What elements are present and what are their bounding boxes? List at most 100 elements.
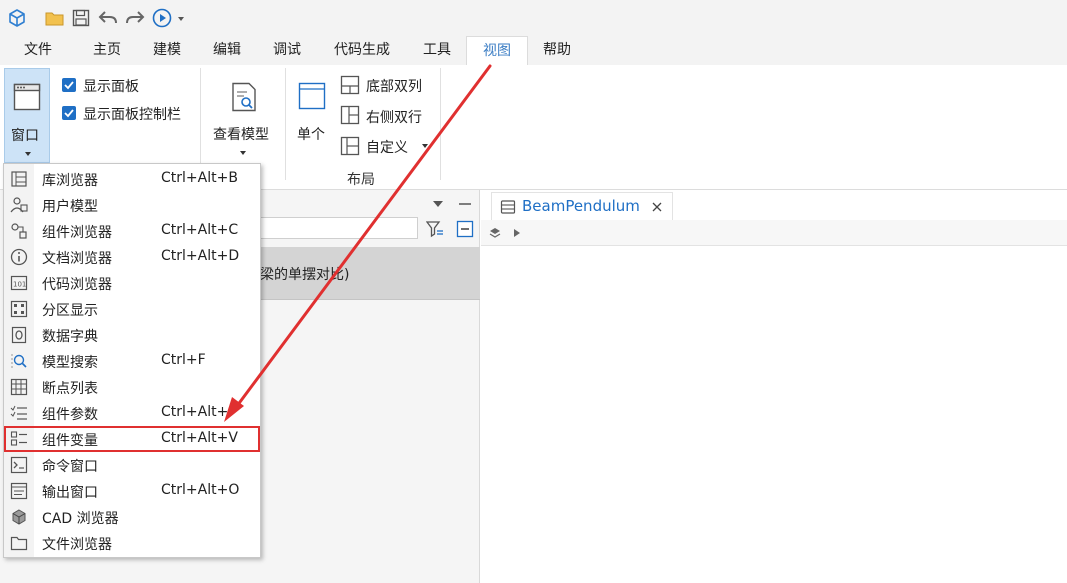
- window-button-label: 窗口: [11, 128, 39, 144]
- tab-home[interactable]: 主页: [82, 36, 132, 65]
- menu-item-code-browser[interactable]: 101 代码浏览器: [4, 270, 260, 296]
- bottom-two-cols-icon: [340, 75, 360, 95]
- menu-item-partition-view[interactable]: 分区显示: [4, 296, 260, 322]
- doc-tab-label: BeamPendulum: [522, 197, 640, 215]
- tab-debug[interactable]: 调试: [262, 36, 312, 65]
- menu-item-label: 分区显示: [42, 303, 98, 319]
- menu-tabs: 文件 主页 建模 编辑 调试 代码生成 工具 视图 帮助: [0, 36, 1067, 65]
- menu-item-file-browser[interactable]: 文件浏览器: [4, 530, 260, 556]
- menu-item-component-params[interactable]: 组件参数 Ctrl+Alt+P: [4, 400, 260, 426]
- menu-item-label: 代码浏览器: [42, 277, 112, 293]
- tree-item[interactable]: 梁的单摆对比): [260, 247, 480, 300]
- layout-group-caption: 布局: [347, 172, 375, 188]
- single-label: 单个: [297, 127, 325, 143]
- title-bar: [0, 0, 1067, 36]
- window-dropdown-menu: 库浏览器 Ctrl+Alt+B 用户模型 组件浏览器 Ctrl+Alt+C 文档…: [3, 163, 261, 558]
- chevron-down-icon: [240, 151, 246, 155]
- svg-text:101: 101: [13, 281, 26, 289]
- filter-icon[interactable]: [426, 220, 444, 238]
- doc-tab-beampendulum[interactable]: BeamPendulum: [491, 192, 673, 220]
- menu-item-data-dictionary[interactable]: 数据字典: [4, 322, 260, 348]
- menu-item-user-model[interactable]: 用户模型: [4, 192, 260, 218]
- menu-item-label: 文档浏览器: [42, 251, 112, 267]
- menu-item-component-vars[interactable]: 组件变量 Ctrl+Alt+V: [4, 426, 260, 452]
- show-panel-checkbox[interactable]: [62, 78, 76, 92]
- right-two-rows-icon: [340, 105, 360, 125]
- file-browser-icon: [10, 536, 28, 551]
- menu-item-label: 组件浏览器: [42, 225, 112, 241]
- editor-area: BeamPendulum: [481, 190, 1067, 583]
- menu-item-library-browser[interactable]: 库浏览器 Ctrl+Alt+B: [4, 166, 260, 192]
- command-window-icon: [10, 456, 28, 474]
- view-model-button[interactable]: 查看模型: [210, 68, 276, 163]
- redo-icon[interactable]: [124, 8, 146, 28]
- menu-item-shortcut: Ctrl+F: [161, 352, 206, 368]
- menu-item-label: 数据字典: [42, 329, 98, 345]
- chevron-right-icon[interactable]: [513, 228, 521, 238]
- run-dropdown-icon[interactable]: [175, 8, 187, 28]
- tab-file[interactable]: 文件: [14, 36, 62, 65]
- library-browser-icon: [11, 171, 27, 187]
- output-window-icon: [10, 482, 28, 500]
- menu-item-output-window[interactable]: 输出窗口 Ctrl+Alt+O: [4, 478, 260, 504]
- menu-item-command-window[interactable]: 命令窗口: [4, 452, 260, 478]
- menu-item-label: 命令窗口: [42, 459, 98, 475]
- close-icon[interactable]: [652, 202, 662, 212]
- show-panel-controlbar-checkbox[interactable]: [62, 106, 76, 120]
- app-cube-icon: [6, 8, 28, 28]
- undo-icon[interactable]: [97, 8, 119, 28]
- component-params-icon: [10, 405, 27, 420]
- chevron-down-icon: [25, 152, 31, 156]
- menu-item-breakpoint-list[interactable]: 断点列表: [4, 374, 260, 400]
- menu-item-cad-browser[interactable]: CAD 浏览器: [4, 504, 260, 530]
- tab-help[interactable]: 帮助: [532, 36, 582, 65]
- menu-item-label: 断点列表: [42, 381, 98, 397]
- menu-item-doc-browser[interactable]: 文档浏览器 Ctrl+Alt+D: [4, 244, 260, 270]
- show-panel-label: 显示面板: [83, 79, 139, 95]
- tab-edit[interactable]: 编辑: [202, 36, 252, 65]
- tab-tools[interactable]: 工具: [412, 36, 462, 65]
- menu-item-label: 用户模型: [42, 199, 98, 215]
- collapse-all-icon[interactable]: [456, 220, 474, 238]
- group-separator: [285, 68, 286, 180]
- partition-icon: [10, 300, 28, 318]
- single-layout-icon: [298, 82, 326, 110]
- run-icon[interactable]: [151, 8, 173, 28]
- save-icon[interactable]: [70, 8, 92, 28]
- chevron-down-icon[interactable]: [420, 142, 430, 150]
- layers-icon[interactable]: [489, 227, 501, 239]
- show-panel-controlbar-label: 显示面板控制栏: [83, 107, 181, 123]
- model-icon: [500, 200, 516, 214]
- bottom-two-cols-button[interactable]: 底部双列: [366, 76, 422, 96]
- right-two-rows-button[interactable]: 右侧双行: [366, 107, 422, 127]
- menu-item-label: 组件变量: [42, 433, 98, 449]
- menu-item-label: CAD 浏览器: [42, 511, 119, 527]
- menu-item-model-search[interactable]: 模型搜索 Ctrl+F: [4, 348, 260, 374]
- cad-browser-icon: [12, 509, 26, 525]
- component-browser-icon: [11, 223, 27, 239]
- menu-item-shortcut: Ctrl+Alt+V: [161, 430, 238, 446]
- data-dictionary-icon: [11, 326, 27, 344]
- menu-item-shortcut: Ctrl+Alt+O: [161, 482, 240, 498]
- view-model-label: 查看模型: [213, 127, 269, 143]
- panel-dropdown-icon[interactable]: [432, 199, 444, 209]
- open-folder-icon[interactable]: [44, 8, 66, 28]
- menu-item-label: 组件参数: [42, 407, 98, 423]
- window-button[interactable]: 窗口: [4, 68, 50, 163]
- info-icon: [10, 248, 28, 266]
- tab-codegen[interactable]: 代码生成: [322, 36, 402, 65]
- code-browser-icon: 101: [10, 275, 28, 291]
- model-search-icon: [11, 354, 27, 368]
- view-model-icon: [232, 82, 256, 112]
- tree-item-label: 梁的单摆对比): [260, 267, 350, 283]
- breadcrumb: [481, 220, 1067, 246]
- tab-modeling[interactable]: 建模: [142, 36, 192, 65]
- menu-item-shortcut: Ctrl+Alt+B: [161, 170, 238, 186]
- menu-item-component-browser[interactable]: 组件浏览器 Ctrl+Alt+C: [4, 218, 260, 244]
- minimize-icon[interactable]: [458, 199, 472, 209]
- custom-layout-button[interactable]: 自定义: [366, 137, 408, 157]
- menu-item-shortcut: Ctrl+Alt+C: [161, 222, 239, 238]
- single-layout-button[interactable]: 单个: [292, 68, 334, 148]
- tab-view[interactable]: 视图: [466, 36, 528, 65]
- search-input[interactable]: [260, 217, 418, 239]
